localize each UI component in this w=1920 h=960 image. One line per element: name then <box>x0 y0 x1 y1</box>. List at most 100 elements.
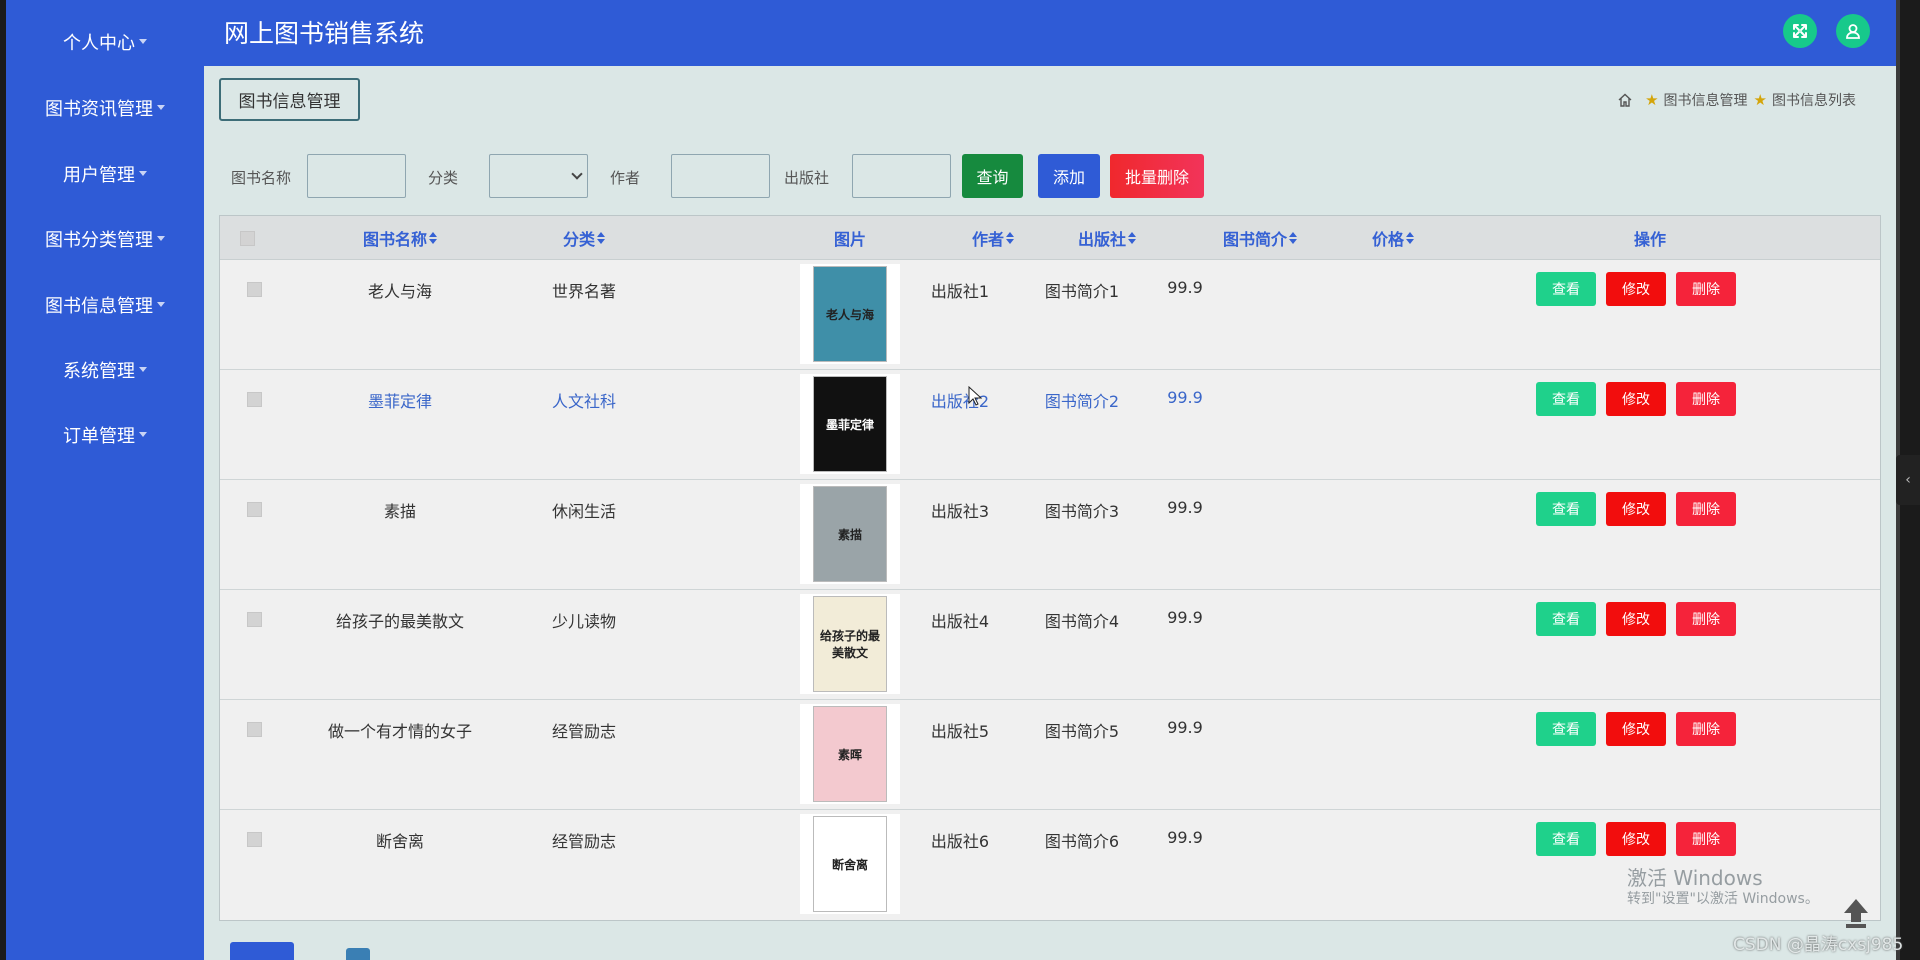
table-body: 老人与海世界名著作者1出版社1图书简介199.9老人与海查看修改删除墨菲定律人文… <box>220 260 1880 920</box>
book-cover-title: 素描 <box>813 486 887 582</box>
caret-down-icon <box>139 366 147 372</box>
cell-price: 99.9 <box>1167 498 1203 517</box>
caret-down-icon <box>157 235 165 241</box>
windows-activation-subtitle: 转到"设置"以激活 Windows。 <box>1627 891 1819 907</box>
col-header-price[interactable]: 价格 <box>1363 216 1423 260</box>
sidebar-item-book-news[interactable]: 图书资讯管理 <box>6 88 204 128</box>
batch-delete-button[interactable]: 批量删除 <box>1110 154 1204 198</box>
sidebar-item-orders[interactable]: 订单管理 <box>6 415 204 455</box>
breadcrumb: ★ 图书信息管理 ★ 图书信息列表 <box>1617 90 1856 110</box>
book-cover-image: 墨菲定律 <box>800 374 900 474</box>
edit-button[interactable]: 修改 <box>1606 712 1666 746</box>
table-row: 素描休闲生活作者3出版社3图书简介399.9素描查看修改删除 <box>220 480 1880 590</box>
caret-down-icon <box>139 170 147 176</box>
user-icon <box>1846 24 1860 39</box>
sidebar: 个人中心 图书资讯管理 用户管理 图书分类管理 图书信息管理 系统管理 订单管理 <box>6 0 204 960</box>
query-button[interactable]: 查询 <box>962 154 1023 198</box>
book-cover-title: 素晖 <box>813 706 887 802</box>
breadcrumb-level1[interactable]: 图书信息管理 <box>1664 90 1748 110</box>
star-icon: ★ <box>1753 91 1767 109</box>
book-name-input[interactable] <box>307 154 406 198</box>
cell-publisher: 出版社1 <box>930 282 990 301</box>
table-row: 做一个有才情的女子经管励志作者5出版社5图书简介599.9素晖查看修改删除 <box>220 700 1880 810</box>
category-select[interactable] <box>489 154 588 198</box>
fullscreen-button[interactable] <box>1783 14 1817 48</box>
view-button[interactable]: 查看 <box>1536 712 1596 746</box>
view-button[interactable]: 查看 <box>1536 602 1596 636</box>
author-input[interactable] <box>671 154 770 198</box>
back-to-top-icon[interactable] <box>1840 896 1872 930</box>
edit-button[interactable]: 修改 <box>1606 272 1666 306</box>
book-cover-image: 素晖 <box>800 704 900 804</box>
cell-publisher: 出版社4 <box>930 612 990 631</box>
publisher-input[interactable] <box>852 154 951 198</box>
sort-icon <box>429 232 437 244</box>
caret-down-icon <box>139 38 147 44</box>
user-profile-button[interactable] <box>1836 14 1870 48</box>
cell-price: 99.9 <box>1167 388 1203 407</box>
sidebar-item-users[interactable]: 用户管理 <box>6 154 204 194</box>
cell-name: 做一个有才情的女子 <box>327 722 473 741</box>
cell-category: 休闲生活 <box>551 502 617 521</box>
view-button[interactable]: 查看 <box>1536 272 1596 306</box>
edit-button[interactable]: 修改 <box>1606 382 1666 416</box>
table-row: 给孩子的最美散文少儿读物作者4出版社4图书简介499.9给孩子的最美散文查看修改… <box>220 590 1880 700</box>
row-checkbox[interactable] <box>247 832 262 847</box>
mouse-cursor-icon <box>968 386 982 406</box>
view-button[interactable]: 查看 <box>1536 492 1596 526</box>
col-header-publisher[interactable]: 出版社 <box>1072 216 1142 260</box>
col-header-name[interactable]: 图书名称 <box>340 216 460 260</box>
table-row: 墨菲定律人文社科作者2出版社2图书简介299.9墨菲定律查看修改删除 <box>220 370 1880 480</box>
book-cover-title: 断舍离 <box>813 816 887 912</box>
cell-category: 少儿读物 <box>551 612 617 631</box>
view-button[interactable]: 查看 <box>1536 822 1596 856</box>
delete-button[interactable]: 删除 <box>1676 602 1736 636</box>
sort-icon <box>1006 232 1014 244</box>
book-cover-image: 老人与海 <box>800 264 900 364</box>
sort-icon <box>1128 232 1136 244</box>
edit-button[interactable]: 修改 <box>1606 492 1666 526</box>
row-checkbox[interactable] <box>247 392 262 407</box>
col-header-intro[interactable]: 图书简介 <box>1210 216 1310 260</box>
cell-price: 99.9 <box>1167 278 1203 297</box>
table-row: 老人与海世界名著作者1出版社1图书简介199.9老人与海查看修改删除 <box>220 260 1880 370</box>
row-checkbox[interactable] <box>247 612 262 627</box>
cell-intro: 图书简介1 <box>1044 282 1120 301</box>
tab-book-info-management[interactable]: 图书信息管理 <box>219 78 360 121</box>
pagination-next-button[interactable] <box>346 948 370 960</box>
cell-intro: 图书简介3 <box>1044 502 1120 521</box>
book-cover-title: 老人与海 <box>813 266 887 362</box>
windows-activation-title: 激活 Windows <box>1627 866 1763 890</box>
row-checkbox[interactable] <box>247 282 262 297</box>
delete-button[interactable]: 删除 <box>1676 712 1736 746</box>
sidebar-item-system[interactable]: 系统管理 <box>6 350 204 390</box>
col-header-category[interactable]: 分类 <box>539 216 629 260</box>
collapse-panel-button[interactable]: ‹ <box>1896 455 1920 505</box>
delete-button[interactable]: 删除 <box>1676 492 1736 526</box>
delete-button[interactable]: 删除 <box>1676 822 1736 856</box>
star-icon: ★ <box>1645 91 1659 109</box>
sidebar-item-personal-center[interactable]: 个人中心 <box>6 22 204 62</box>
edit-button[interactable]: 修改 <box>1606 602 1666 636</box>
table-header: 图书名称 分类 图片 作者 出版社 图书简介 价格 操作 <box>220 216 1880 260</box>
row-checkbox[interactable] <box>247 722 262 737</box>
edit-button[interactable]: 修改 <box>1606 822 1666 856</box>
sidebar-item-book-info[interactable]: 图书信息管理 <box>6 285 204 325</box>
delete-button[interactable]: 删除 <box>1676 382 1736 416</box>
book-cover-image: 素描 <box>800 484 900 584</box>
select-all-checkbox[interactable] <box>239 216 255 260</box>
add-button[interactable]: 添加 <box>1038 154 1100 198</box>
pagination-current-page[interactable] <box>230 942 294 960</box>
col-header-author[interactable]: 作者 <box>963 216 1023 260</box>
delete-button[interactable]: 删除 <box>1676 272 1736 306</box>
view-button[interactable]: 查看 <box>1536 382 1596 416</box>
caret-down-icon <box>157 301 165 307</box>
cell-category: 世界名著 <box>551 282 617 301</box>
home-icon[interactable] <box>1617 92 1633 108</box>
row-checkbox[interactable] <box>247 502 262 517</box>
caret-down-icon <box>157 104 165 110</box>
col-header-actions: 操作 <box>1633 230 1666 249</box>
cell-publisher: 出版社5 <box>930 722 990 741</box>
col-header-image: 图片 <box>833 230 866 249</box>
sidebar-item-book-category[interactable]: 图书分类管理 <box>6 219 204 259</box>
